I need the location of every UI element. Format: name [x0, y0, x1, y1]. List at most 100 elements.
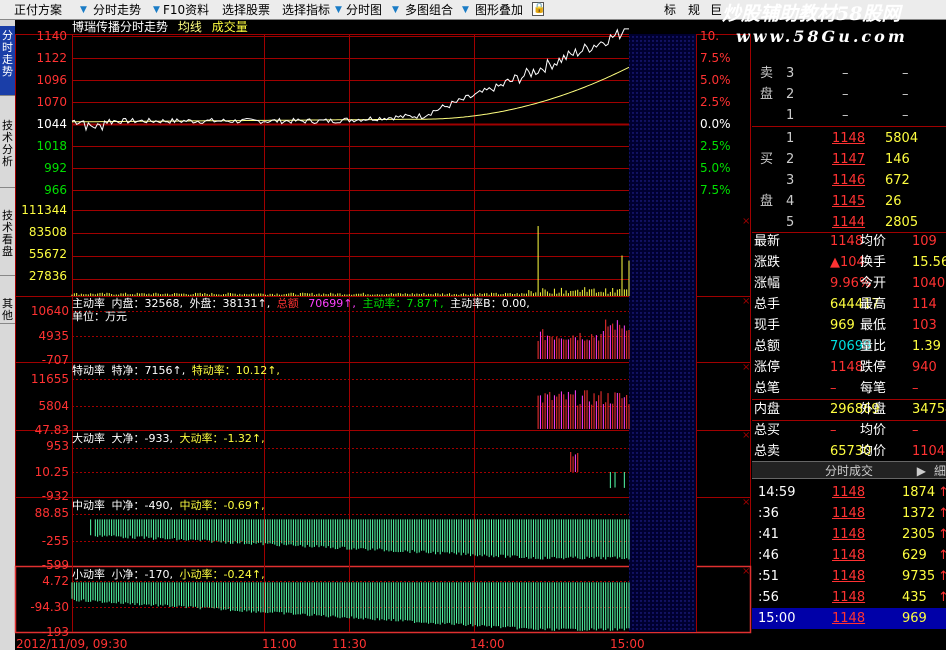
- trade-time: 15:00: [758, 611, 796, 626]
- bid-level: 1: [786, 131, 795, 146]
- stat-label-2: 每笔: [860, 381, 887, 396]
- stat-value-2: 15.56%: [912, 255, 946, 270]
- bid-side-label: 盘: [760, 194, 774, 209]
- close-icon: ×: [742, 296, 750, 307]
- price-tick: 1044: [36, 117, 67, 131]
- play-icon[interactable]: ▶: [917, 462, 926, 480]
- trade-row: :51 1148 9735 ↑: [752, 566, 946, 587]
- unit-label: 单位：万元: [72, 310, 127, 323]
- bid-price: 1147: [832, 152, 866, 167]
- panel-tick: 88.85: [35, 506, 69, 520]
- volume-tick: 83508: [29, 225, 67, 239]
- bid-row: 1 1148 5804: [752, 128, 946, 149]
- stat-label-2: 最低: [860, 318, 887, 333]
- stat-label: 总手: [754, 297, 781, 312]
- stat-value: 1148: [830, 234, 864, 249]
- bid-level: 5: [786, 215, 795, 230]
- stat-label-2: 外盘: [860, 402, 887, 417]
- stat-label-2: 均价: [860, 234, 887, 249]
- trade-volume: 1372: [902, 506, 936, 521]
- stat-label: 内盘: [754, 402, 781, 417]
- panel-1-header: 主动率 内盘：32568, 外盘：38131↑, 总额 70699↑, 主动率：…: [72, 297, 530, 310]
- trade-time: :41: [758, 527, 779, 542]
- time-label: 15:00: [610, 637, 645, 650]
- bid-side-label: 买: [760, 152, 774, 167]
- chart-title: 博瑞传播分时走势: [72, 20, 169, 34]
- bid-row: 买 2 1147 146: [752, 149, 946, 170]
- stat-label-2: 均价: [860, 423, 887, 438]
- trade-volume: 969: [902, 611, 927, 626]
- time-label: 14:00: [470, 637, 505, 650]
- stat-value: 969: [830, 318, 855, 333]
- close-icon: ×: [742, 566, 750, 577]
- stat-label-2: 量比: [860, 339, 887, 354]
- stat-label: 涨跌: [754, 255, 781, 270]
- volume-tick: 55672: [29, 247, 67, 261]
- trade-volume: 435: [902, 590, 927, 605]
- price-tick: 1096: [36, 73, 67, 87]
- chart-area[interactable]: × × × × × × 1140 1122 1096 1070 1044 1018 992 966 10. 7…: [0, 0, 752, 650]
- close-icon: ×: [742, 430, 750, 441]
- medium-net: 中净：-490,: [111, 499, 173, 512]
- price-tick: 966: [44, 183, 67, 197]
- bid-level: 4: [786, 194, 795, 209]
- super-rate: 特动率：10.12↑,: [191, 364, 280, 377]
- trade-row: :36 1148 1372 ↑: [752, 503, 946, 524]
- bid-volume: 672: [885, 173, 910, 188]
- volume-label: 成交量: [211, 20, 248, 34]
- ask-side-label: 卖: [760, 66, 774, 81]
- panel-tick: 11655: [31, 372, 69, 386]
- bid-level: 2: [786, 152, 795, 167]
- trade-list-header[interactable]: 分时成交 ▶ 細: [752, 461, 946, 479]
- up-arrow-icon: ↑: [938, 548, 946, 563]
- volume-tick: 111344: [21, 203, 67, 217]
- stat-label: 总卖: [754, 444, 781, 459]
- panel-tick: 4935: [38, 329, 69, 343]
- trade-price: 1148: [832, 506, 866, 521]
- price-tick: 1018: [36, 139, 67, 153]
- panel-1-name: 主动率: [72, 297, 105, 310]
- ask-level: 3: [786, 66, 795, 81]
- panel-4-header: 中动率 中净：-490, 中动率：-0.69↑,: [72, 499, 265, 512]
- stat-row: 涨停 1148 跌停 940: [752, 357, 946, 378]
- panel-tick: 5804: [38, 399, 69, 413]
- stat-value-2: 347548: [912, 402, 946, 417]
- trade-price: 1148: [832, 569, 866, 584]
- price-tick: 1122: [36, 51, 67, 65]
- stat-label: 总额: [754, 339, 781, 354]
- medium-rate: 中动率：-0.69↑,: [179, 499, 265, 512]
- trade-time: :51: [758, 569, 779, 584]
- stat-label-2: 跌停: [860, 360, 887, 375]
- trade-volume: 629: [902, 548, 927, 563]
- stat-value-2: –: [912, 381, 919, 396]
- main-chart-title-bar: 博瑞传播分时走势 均线 成交量: [72, 20, 248, 34]
- quote-panel: 卖 3– – 盘 2– –1– –1 1148 5804 买 2 1147 146 3 1146 672 盘 4 1…: [752, 20, 946, 650]
- trade-price: 1148: [832, 527, 866, 542]
- stat-value: –: [830, 381, 837, 396]
- time-label: 11:00: [262, 637, 297, 650]
- percent-tick: 2.5%: [700, 95, 731, 109]
- ask-price: –: [842, 66, 849, 81]
- ask-row: 盘 2 – –: [752, 84, 946, 105]
- stat-value-2: 1104: [912, 444, 946, 459]
- price-tick: 1070: [36, 95, 67, 109]
- trade-row: 14:59 1148 1874 ↑: [752, 482, 946, 503]
- stat-value-2: 109: [912, 234, 937, 249]
- panel-tick: -932: [42, 489, 69, 503]
- percent-tick: 5.0%: [700, 161, 731, 175]
- price-tick: 992: [44, 161, 67, 175]
- stat-value: 1148: [830, 360, 864, 375]
- book-divider: [752, 126, 946, 127]
- ask-volume: –: [902, 87, 909, 102]
- total-amount-value: 70699↑,: [308, 297, 356, 310]
- ask-side-label: 盘: [760, 87, 774, 102]
- stat-label: 最新: [754, 234, 781, 249]
- trade-time: 14:59: [758, 485, 796, 500]
- stat-row: 总笔 – 每笔 –: [752, 378, 946, 399]
- average-price-line: [71, 66, 630, 123]
- bid-price: 1148: [832, 131, 866, 146]
- stat-value-2: 114: [912, 297, 937, 312]
- ask-level: 1: [786, 108, 795, 123]
- bid-price: 1146: [832, 173, 866, 188]
- time-label: 11:30: [332, 637, 367, 650]
